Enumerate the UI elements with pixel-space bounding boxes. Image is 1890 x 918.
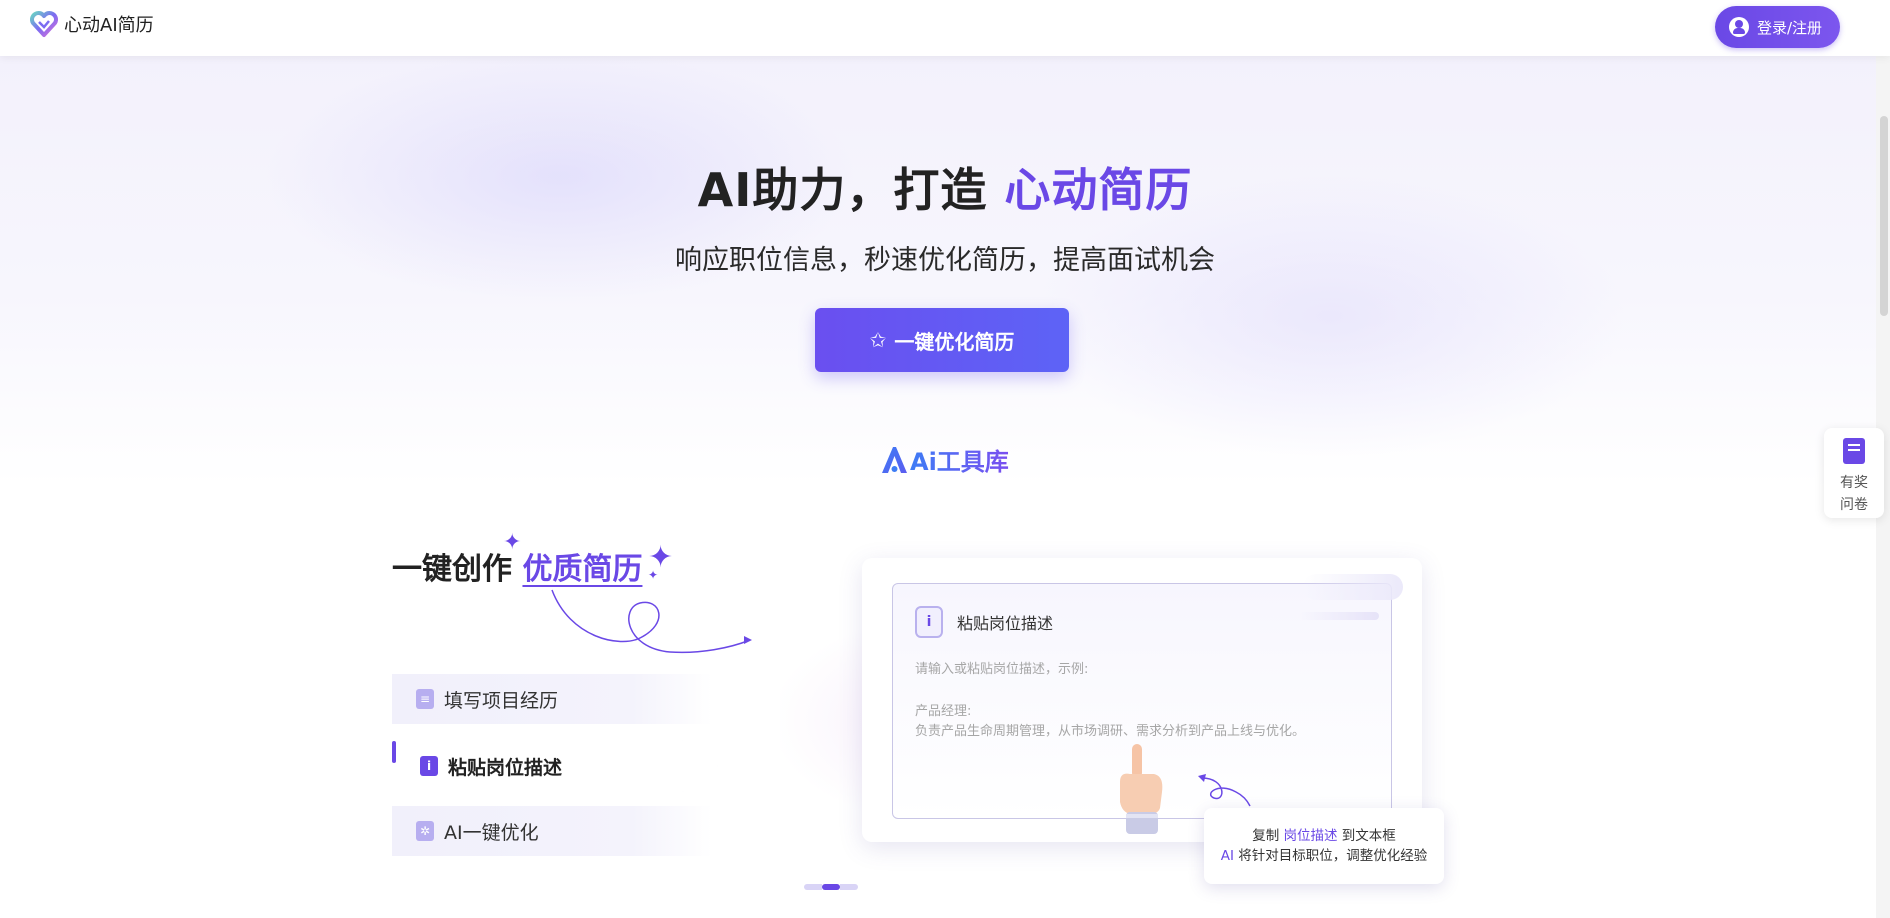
tooltip-text: 到文本框 — [1337, 828, 1396, 844]
tooltip-text: 复制 — [1252, 828, 1284, 844]
pointing-hand-icon — [1120, 744, 1163, 834]
card-header: i 粘贴岗位描述 — [915, 606, 1053, 638]
survey-label: 有奖问卷 — [1840, 475, 1868, 513]
logo-text: 心动AI简历 — [64, 15, 154, 36]
sparkle-icon: ✦ — [503, 530, 522, 555]
card-title: 粘贴岗位描述 — [957, 614, 1054, 633]
info-document-icon: i — [915, 606, 943, 638]
survey-document-icon — [1843, 438, 1865, 464]
a-logo-icon — [882, 446, 907, 473]
ai-tool-library-label: Ai工具库 — [910, 442, 1009, 477]
magic-star-icon: ✩ — [869, 328, 887, 352]
feature-item-paste-job-description[interactable]: i 粘贴岗位描述 — [392, 740, 718, 792]
feature-item-label: 粘贴岗位描述 — [448, 756, 563, 779]
feature-item-project-experience[interactable]: ≡ 填写项目经历 — [392, 674, 712, 724]
tooltip-highlight: 岗位描述 — [1283, 828, 1338, 844]
login-register-button[interactable]: 登录/注册 — [1714, 6, 1840, 48]
logo[interactable]: 心动AI简历 — [30, 10, 154, 38]
heart-logo-icon — [30, 11, 58, 37]
document-icon: ≡ — [416, 689, 434, 709]
active-indicator — [392, 741, 396, 763]
decorative-arrow-curve — [551, 589, 752, 654]
decorative-pill — [1303, 574, 1403, 600]
carousel-dot-active[interactable] — [822, 884, 840, 890]
decorative-bar — [1299, 612, 1379, 620]
hero-title: AI助力，打造 心动简历 — [0, 154, 1890, 220]
ai-tool-library-heading: Ai工具库 — [880, 442, 1009, 477]
tooltip-highlight: AI — [1220, 848, 1234, 864]
feature-item-label: 填写项目经历 — [444, 689, 559, 712]
feature-item-ai-optimize[interactable]: ✲ AI一键优化 — [392, 806, 712, 856]
feature-item-label: AI一键优化 — [444, 821, 539, 844]
hero-title-main: AI助力，打造 — [697, 163, 1005, 217]
instruction-tooltip: 复制 岗位描述 到文本框 AI 将针对目标职位，调整优化经验 — [1204, 808, 1444, 884]
example-body: 负责产品生命周期管理，从市场调研、需求分析到产品上线与优化。 — [915, 724, 1306, 739]
features-title-main: 一键创作 — [392, 552, 523, 587]
survey-floating-button[interactable]: 有奖问卷 — [1824, 428, 1884, 518]
tooltip-line-2: AI 将针对目标职位，调整优化经验 — [1204, 846, 1444, 866]
decorative-arrow — [1198, 774, 1251, 807]
tooltip-line-1: 复制 岗位描述 到文本框 — [1204, 826, 1444, 846]
login-register-label: 登录/注册 — [1756, 18, 1822, 37]
tooltip-text: 将针对目标职位，调整优化经验 — [1233, 848, 1428, 864]
hero-title-accent: 心动简历 — [1004, 163, 1193, 217]
optimize-resume-button[interactable]: ✩ 一键优化简历 — [815, 308, 1069, 372]
textarea-placeholder: 请输入或粘贴岗位描述，示例: — [915, 662, 1089, 677]
sparkle-icon: ✲ — [416, 821, 434, 841]
user-icon — [1728, 17, 1749, 37]
info-icon: i — [420, 756, 438, 776]
optimize-resume-label: 一键优化简历 — [894, 329, 1015, 354]
carousel-indicator — [804, 884, 858, 890]
top-navbar: 心动AI简历 登录/注册 — [0, 0, 1890, 56]
carousel-dot[interactable] — [840, 884, 858, 890]
example-title: 产品经理: — [915, 704, 972, 719]
carousel-dot[interactable] — [804, 884, 822, 890]
hero-subtitle: 响应职位信息，秒速优化简历，提高面试机会 — [675, 245, 1215, 276]
